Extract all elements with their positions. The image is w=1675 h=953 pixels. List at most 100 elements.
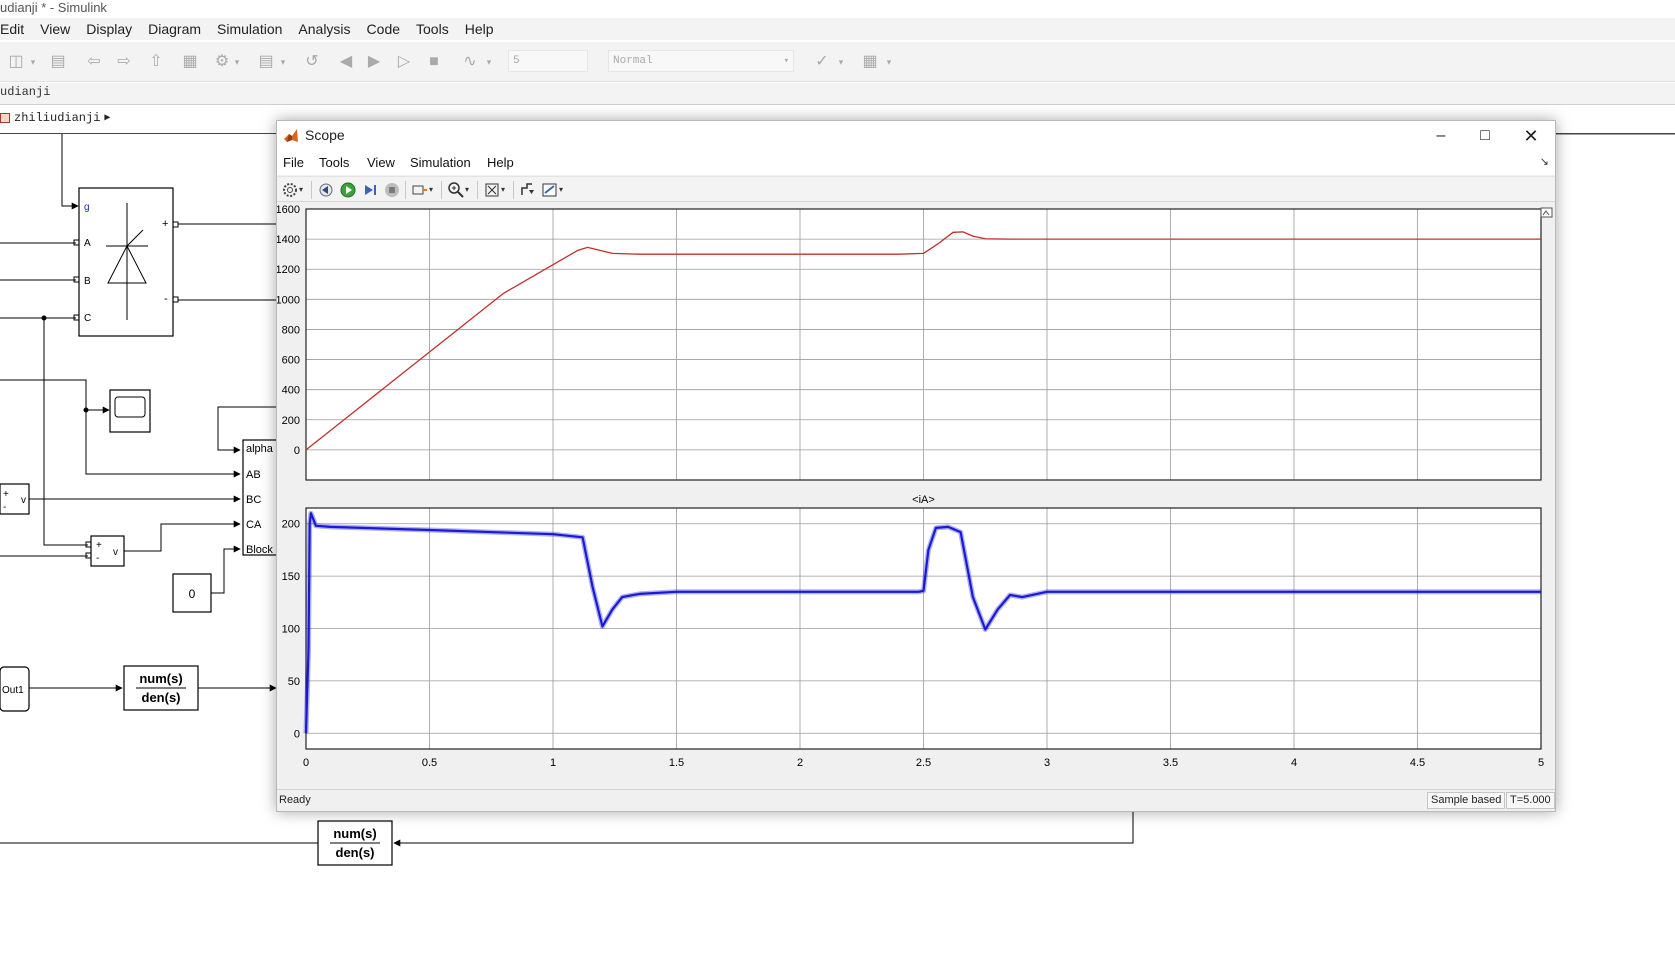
up-icon[interactable]: ⇧: [146, 52, 166, 72]
port-label-minus: -: [164, 293, 168, 305]
step-back-icon[interactable]: ↺: [302, 52, 322, 72]
chevron-down-icon[interactable]: ▾: [484, 52, 494, 72]
y-tick-label: 50: [288, 676, 300, 688]
step-forward-icon[interactable]: ▷: [394, 52, 414, 72]
menu-edit[interactable]: Edit: [0, 21, 24, 37]
settings-icon[interactable]: [281, 181, 299, 199]
x-tick-label: 5: [1538, 757, 1544, 769]
outport-block[interactable]: Out1: [0, 666, 30, 712]
chevron-down-icon[interactable]: ▾: [465, 181, 473, 199]
scope-titlebar[interactable]: Scope – □ ✕: [277, 121, 1555, 151]
stop-icon[interactable]: ■: [424, 52, 444, 72]
triggers-icon[interactable]: [519, 181, 537, 199]
save-icon[interactable]: ▤: [48, 52, 68, 72]
menu-code[interactable]: Code: [367, 21, 400, 37]
chevron-down-icon[interactable]: ▾: [836, 52, 846, 72]
menu-view[interactable]: View: [40, 21, 70, 37]
scope-window: Scope – □ ✕ File Tools View Simulation H…: [276, 120, 1556, 812]
maximize-icon[interactable]: □: [1465, 124, 1505, 148]
stop-icon[interactable]: [383, 181, 401, 199]
forward-icon[interactable]: ⇨: [114, 52, 134, 72]
x-tick-label: 1: [550, 757, 556, 769]
simulink-toolbar: ◫ ▾ ▤ ⇦ ⇨ ⇧ ▦ ⚙ ▾ ▤ ▾ ↺ ◀ ▶ ▷ ■ ∿ ▾ 5 No…: [0, 42, 1675, 82]
step-forward-icon[interactable]: [361, 181, 379, 199]
menu-diagram[interactable]: Diagram: [148, 21, 201, 37]
matlab-logo-icon: [283, 128, 299, 144]
chevron-down-icon[interactable]: ▾: [501, 181, 509, 199]
scope-menubar: File Tools View Simulation Help ↘: [277, 151, 1555, 175]
chevron-down-icon[interactable]: ▾: [299, 181, 307, 199]
signal-line: [393, 812, 1134, 847]
scope-statusbar: Ready Sample based T=5.000: [277, 789, 1555, 811]
menu-display[interactable]: Display: [86, 21, 132, 37]
transfer-function-block[interactable]: num(s) den(s): [123, 665, 199, 711]
y-tick-label: 0: [294, 728, 300, 740]
chevron-down-icon[interactable]: ▾: [884, 52, 894, 72]
scope-data-icon[interactable]: ∿: [460, 52, 480, 72]
back-icon[interactable]: ⇦: [84, 52, 104, 72]
voltage-measurement-block[interactable]: + - v: [0, 483, 30, 515]
model-advisor-icon[interactable]: ✓: [812, 52, 832, 72]
connection-line: [43, 318, 88, 546]
thyristor-bridge-block[interactable]: g A B C + -: [78, 187, 174, 337]
rewind-icon[interactable]: ◀: [336, 52, 356, 72]
menu-simulation[interactable]: Simulation: [217, 21, 282, 37]
time-indicator: T=5.000: [1506, 792, 1555, 809]
build-icon[interactable]: ▦: [860, 52, 880, 72]
autoscale-icon[interactable]: [483, 181, 501, 199]
tf-denominator: den(s): [142, 690, 181, 705]
scope-menu-view[interactable]: View: [367, 155, 395, 170]
chevron-down-icon[interactable]: ▾: [559, 181, 567, 199]
zoom-in-icon[interactable]: [447, 181, 465, 199]
y-tick-label: 0: [294, 445, 300, 457]
port-label-c: C: [84, 313, 91, 324]
scope-menu-tools[interactable]: Tools: [319, 155, 349, 170]
x-tick-label: 2: [797, 757, 803, 769]
open-icon[interactable]: ◫: [6, 52, 26, 72]
menu-help[interactable]: Help: [465, 21, 494, 37]
bottom-axes-title: <iA>: [912, 494, 935, 506]
terminal-minus: -: [96, 553, 99, 564]
library-browser-icon[interactable]: ▦: [180, 52, 200, 72]
y-tick-label: 100: [282, 624, 300, 636]
tab-model[interactable]: udianji: [0, 85, 50, 103]
scope-plot-area[interactable]: 02004006008001000120014001600 0 0.5 1 1.5 2 2…: [277, 203, 1555, 788]
scope-window-title: Scope: [305, 127, 345, 143]
model-explorer-icon[interactable]: ▤: [256, 52, 276, 72]
breadcrumb-model[interactable]: zhiliudianji: [14, 111, 100, 125]
menu-tools[interactable]: Tools: [416, 21, 449, 37]
scope-menu-help[interactable]: Help: [487, 155, 514, 170]
scope-menu-simulation[interactable]: Simulation: [410, 155, 471, 170]
highlight-block-icon[interactable]: [411, 181, 429, 199]
simulation-mode-select[interactable]: Normal ▾: [608, 50, 794, 72]
menu-analysis[interactable]: Analysis: [298, 21, 350, 37]
signal-line: [211, 545, 241, 594]
stop-time-input[interactable]: 5: [508, 50, 588, 72]
y-tick-label: 1200: [277, 264, 300, 276]
chevron-down-icon[interactable]: ▾: [232, 52, 242, 72]
chevron-down-icon[interactable]: ▾: [28, 52, 38, 72]
scope-menu-file[interactable]: File: [283, 155, 304, 170]
signal-line: [124, 520, 241, 552]
close-icon[interactable]: ✕: [1511, 124, 1551, 148]
chevron-down-icon[interactable]: ▾: [278, 52, 288, 72]
constant-block[interactable]: 0: [172, 573, 212, 613]
signal-line: [61, 134, 79, 210]
settings-icon[interactable]: ⚙: [212, 52, 232, 72]
terminal-minus: -: [3, 502, 6, 513]
scope-block[interactable]: [109, 389, 151, 433]
run-icon[interactable]: [339, 181, 357, 199]
run-icon[interactable]: ▶: [364, 52, 384, 72]
minimize-icon[interactable]: –: [1421, 124, 1461, 148]
sample-mode-indicator: Sample based: [1427, 792, 1506, 809]
constant-value: 0: [189, 587, 196, 601]
chevron-down-icon[interactable]: ▾: [429, 181, 437, 199]
voltage-measurement-block[interactable]: + - v: [90, 535, 125, 567]
step-back-icon[interactable]: [317, 181, 335, 199]
undock-icon[interactable]: [1540, 207, 1553, 218]
y-tick-label: 1000: [277, 294, 300, 306]
chevron-right-icon[interactable]: ▶: [104, 112, 110, 124]
dock-icon[interactable]: ↘: [1540, 155, 1549, 168]
transfer-function-block[interactable]: num(s) den(s): [317, 820, 393, 866]
measurements-icon[interactable]: [541, 181, 559, 199]
